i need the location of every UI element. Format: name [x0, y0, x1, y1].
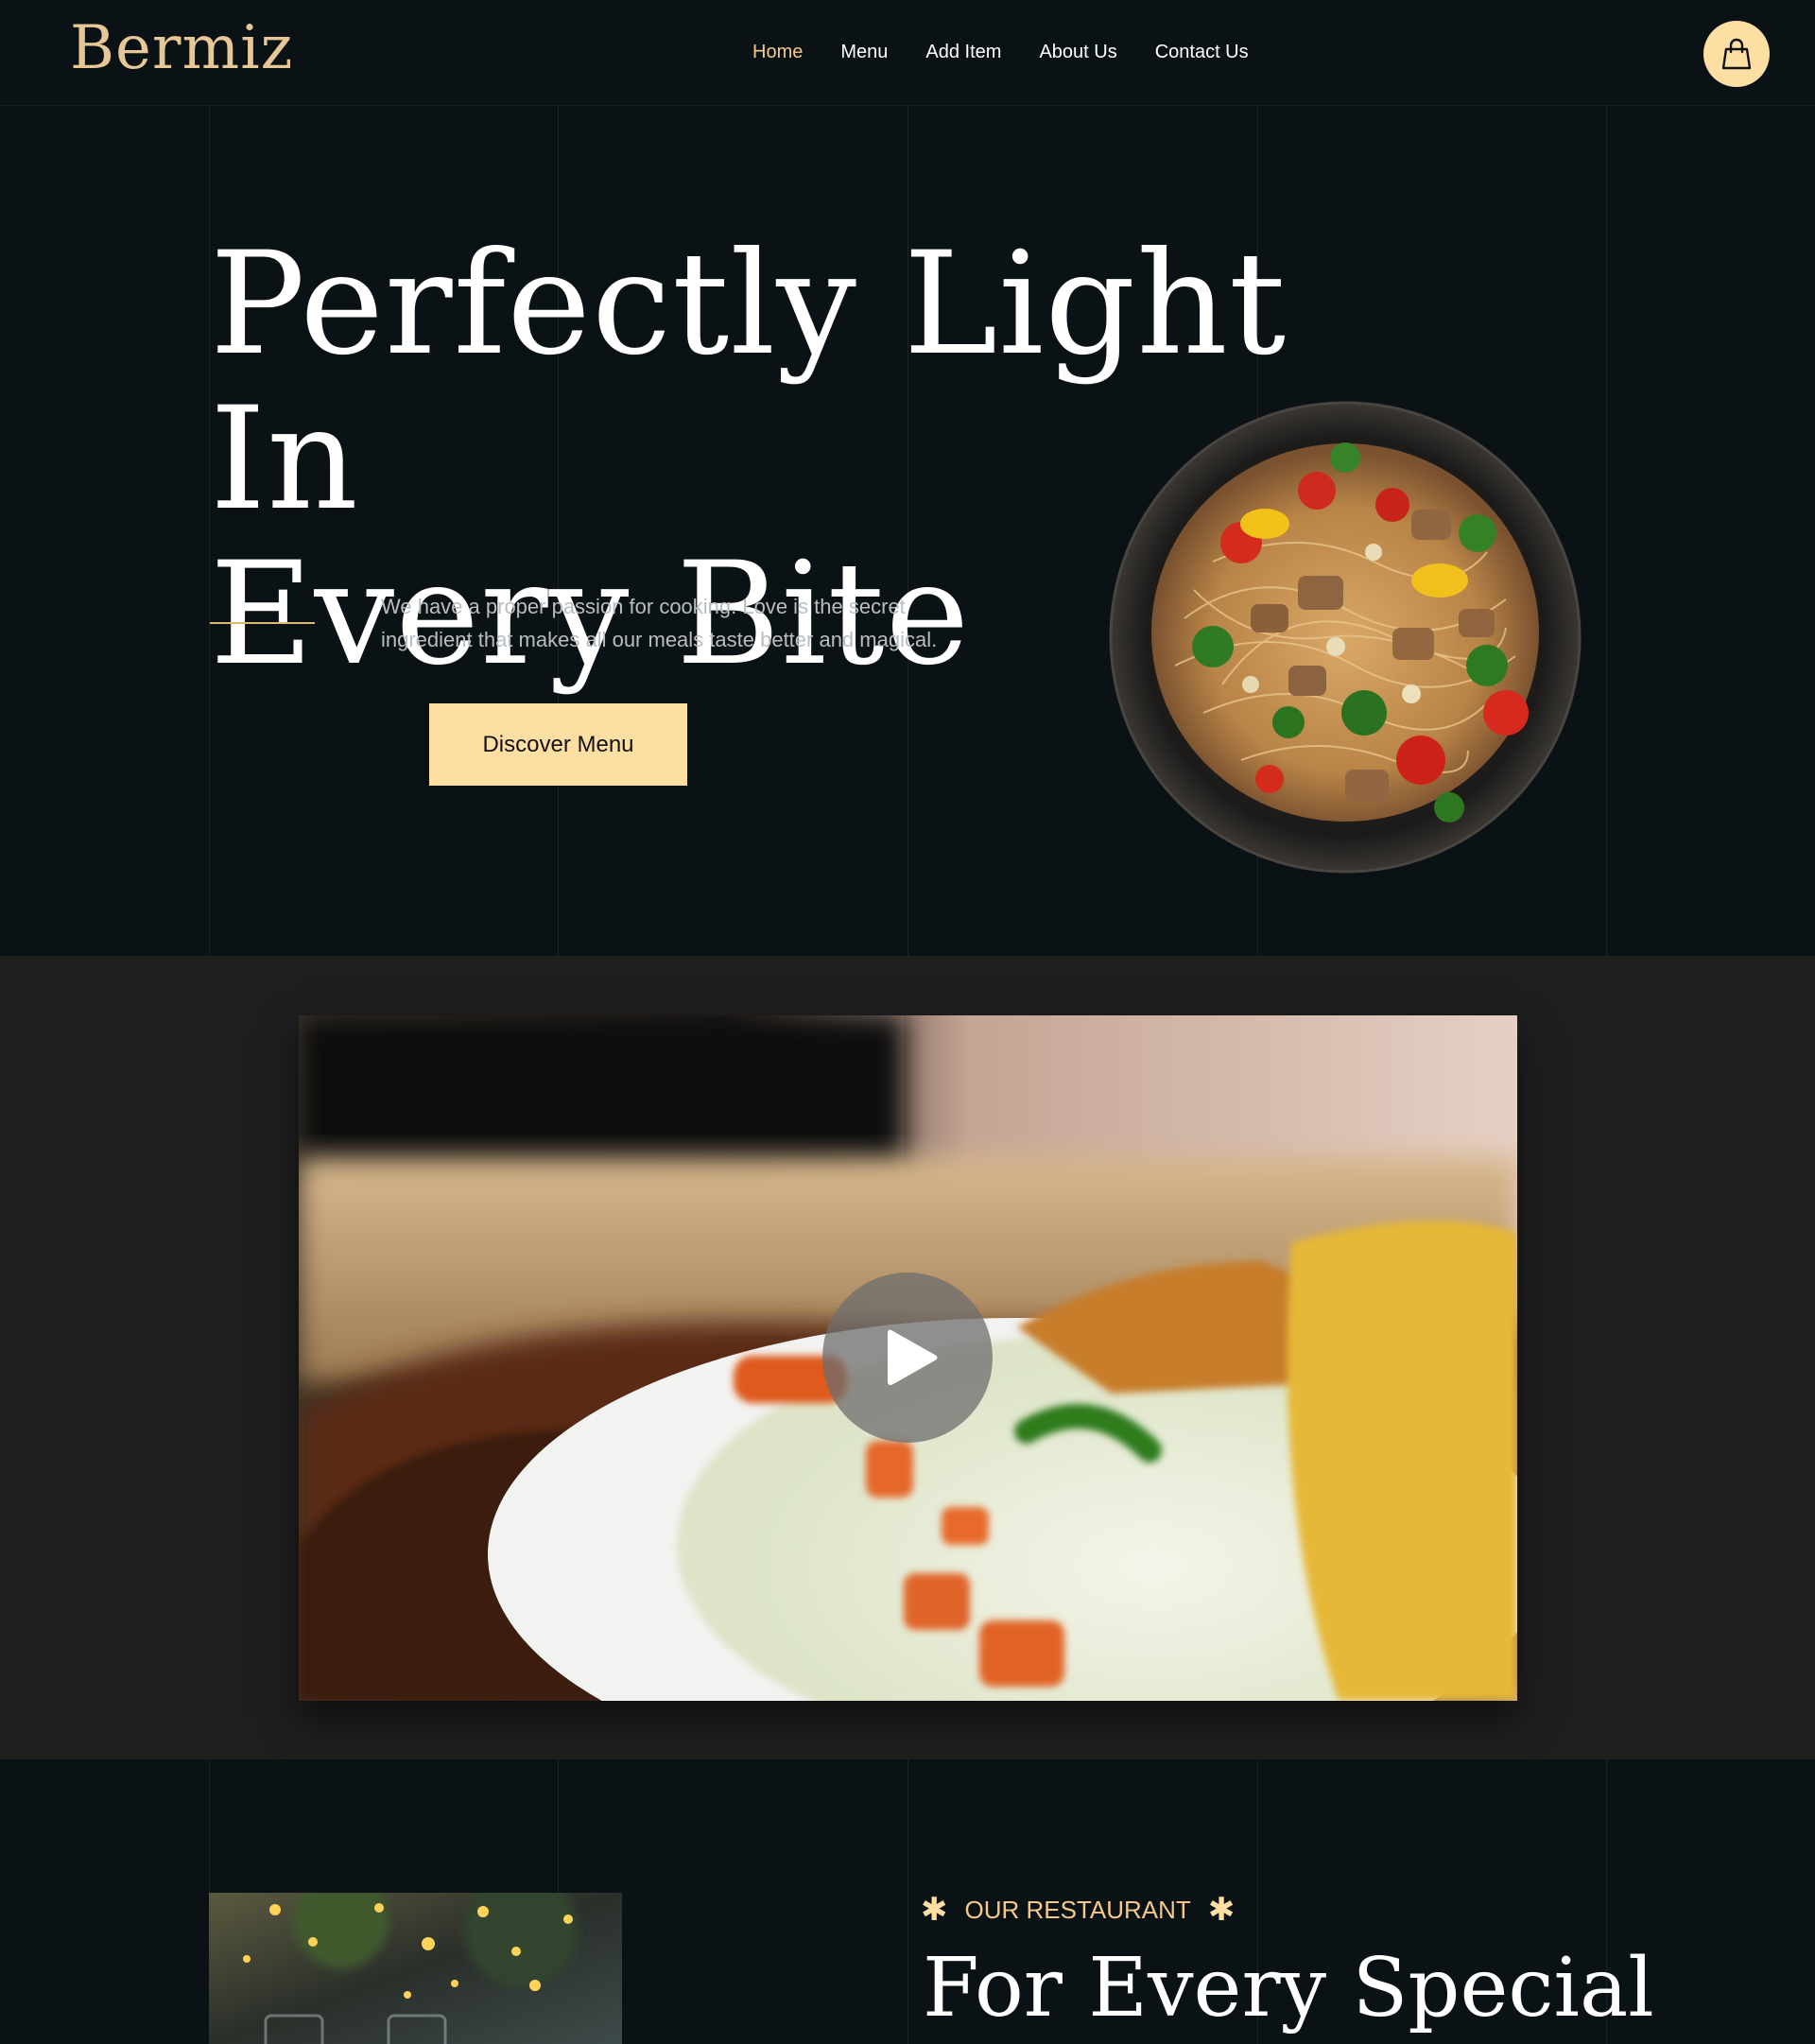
hero-description: We have a proper passion for cooking. Lo…: [381, 595, 938, 651]
restaurant-interior-image: [209, 1893, 622, 2044]
nav-item-contact-us[interactable]: Contact Us: [1155, 42, 1249, 63]
cart-button[interactable]: [1703, 21, 1770, 87]
guide-line: [1606, 106, 1607, 956]
nav-item-home[interactable]: Home: [752, 42, 803, 63]
shopping-bag-icon: [1721, 38, 1752, 70]
nav-item-about-us[interactable]: About Us: [1039, 42, 1116, 63]
discover-menu-button[interactable]: Discover Menu: [429, 703, 687, 786]
brand-logo[interactable]: Bermiz: [70, 13, 293, 83]
asterisk-icon: ✱: [921, 1892, 948, 1928]
site-header: Bermiz Home Menu Add Item About Us Conta…: [0, 0, 1815, 106]
section-title: For Every Special: [923, 1941, 1654, 2035]
section-eyebrow: ✱ OUR RESTAURANT ✱: [921, 1894, 1235, 1926]
play-icon: [888, 1329, 938, 1385]
noodle-dish-image: [1109, 401, 1582, 874]
nav-item-menu[interactable]: Menu: [840, 42, 888, 63]
main-nav: Home Menu Add Item About Us Contact Us: [752, 42, 1287, 63]
play-button[interactable]: [822, 1273, 993, 1443]
nav-item-add-item[interactable]: Add Item: [925, 42, 1001, 63]
asterisk-icon: ✱: [1207, 1892, 1236, 1928]
eyebrow-label: OUR RESTAURANT: [964, 1895, 1191, 1924]
hero-accent-line: [210, 622, 315, 624]
